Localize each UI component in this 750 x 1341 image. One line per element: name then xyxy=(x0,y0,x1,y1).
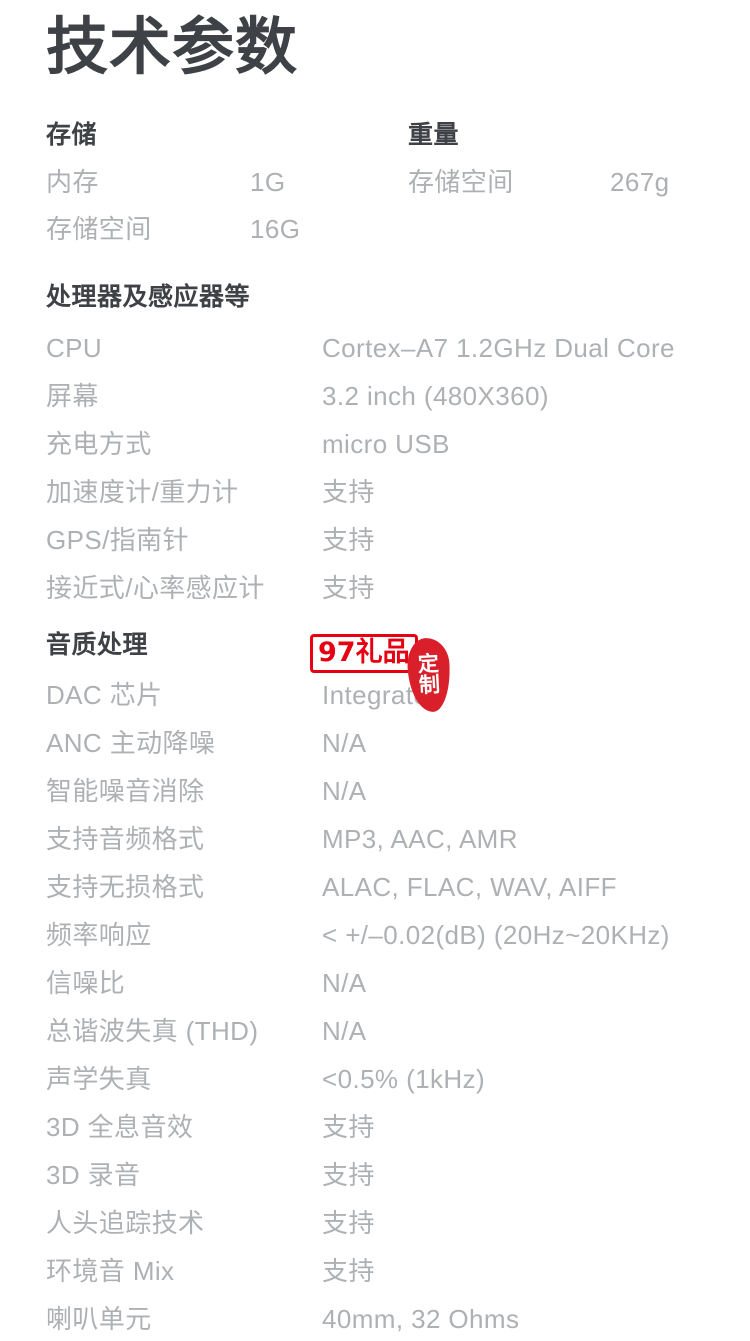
spec-value: 16G xyxy=(250,214,301,244)
spec-label: 支持音频格式 xyxy=(46,824,205,854)
spec-row: 充电方式 micro USB xyxy=(46,422,449,466)
spec-value: 支持 xyxy=(322,1160,375,1190)
section-heading-processor: 处理器及感应器等 xyxy=(46,283,251,311)
spec-value: Integrated xyxy=(322,680,444,710)
spec-row: DAC 芯片 Integrated xyxy=(46,673,443,717)
spec-row: 存储空间 267g xyxy=(408,160,669,204)
spec-value: 支持 xyxy=(322,1256,375,1286)
spec-value: 支持 xyxy=(322,1208,375,1238)
spec-row: 总谐波失真 (THD) N/A xyxy=(46,1009,366,1053)
spec-label: 人头追踪技术 xyxy=(46,1208,205,1238)
watermark-seal-char-1: 定 xyxy=(417,652,440,677)
spec-label: ANC 主动降噪 xyxy=(46,728,216,758)
spec-row: 智能噪音消除 N/A xyxy=(46,769,366,813)
spec-row: 喇叭单元 40mm, 32 Ohms xyxy=(46,1297,519,1341)
spec-row: 接近式/心率感应计 支持 xyxy=(46,566,374,610)
spec-label: 内存 xyxy=(46,167,99,197)
spec-value: 1G xyxy=(250,167,286,197)
spec-label: 屏幕 xyxy=(46,381,99,411)
spec-label: 声学失真 xyxy=(46,1064,152,1094)
spec-value: MP3, AAC, AMR xyxy=(322,824,518,854)
spec-value: 支持 xyxy=(322,525,375,555)
section-heading-weight: 重量 xyxy=(408,121,460,149)
spec-row: 屏幕 3.2 inch (480X360) xyxy=(46,374,549,418)
spec-label: 支持无损格式 xyxy=(46,872,205,902)
spec-row: 支持无损格式 ALAC, FLAC, WAV, AIFF xyxy=(46,865,617,909)
spec-row: 3D 录音 支持 xyxy=(46,1153,374,1197)
spec-row: 支持音频格式 MP3, AAC, AMR xyxy=(46,817,518,861)
spec-value: micro USB xyxy=(322,429,450,459)
spec-value: 支持 xyxy=(322,573,375,603)
spec-value: 267g xyxy=(610,167,670,197)
spec-label: 环境音 Mix xyxy=(46,1256,175,1286)
spec-row: 存储空间 16G xyxy=(46,207,300,251)
spec-value: ALAC, FLAC, WAV, AIFF xyxy=(322,872,617,902)
spec-label: DAC 芯片 xyxy=(46,680,163,710)
spec-label: 3D 录音 xyxy=(46,1160,141,1190)
spec-label: CPU xyxy=(46,333,103,363)
watermark-brand-box: 97礼品 xyxy=(310,634,418,674)
spec-value: < +/–0.02(dB) (20Hz~20KHz) xyxy=(322,920,670,950)
spec-row: ANC 主动降噪 N/A xyxy=(46,721,366,765)
spec-value: 40mm, 32 Ohms xyxy=(322,1304,520,1334)
section-heading-audio: 音质处理 xyxy=(46,631,149,659)
spec-label: GPS/指南针 xyxy=(46,525,189,555)
spec-label: 充电方式 xyxy=(46,429,152,459)
spec-value: <0.5% (1kHz) xyxy=(322,1064,486,1094)
spec-row: 环境音 Mix 支持 xyxy=(46,1249,374,1293)
spec-value: 支持 xyxy=(322,477,375,507)
spec-row: GPS/指南针 支持 xyxy=(46,518,374,562)
spec-value: N/A xyxy=(322,776,367,806)
watermark-brand-text: 97礼品 xyxy=(318,637,410,668)
spec-sheet-page: 技术参数 存储 内存 1G 存储空间 16G 重量 存储空间 267g 处理器及… xyxy=(0,0,750,1332)
spec-value: N/A xyxy=(322,728,367,758)
spec-label: 加速度计/重力计 xyxy=(46,477,239,507)
spec-label: 喇叭单元 xyxy=(46,1304,152,1334)
spec-row: 人头追踪技术 支持 xyxy=(46,1201,374,1245)
spec-label: 总谐波失真 (THD) xyxy=(46,1016,259,1046)
spec-label: 存储空间 xyxy=(408,167,514,197)
spec-label: 接近式/心率感应计 xyxy=(46,573,265,603)
spec-value: 支持 xyxy=(322,1112,375,1142)
spec-value: 3.2 inch (480X360) xyxy=(322,381,549,411)
spec-value: N/A xyxy=(322,968,367,998)
spec-row: 声学失真 <0.5% (1kHz) xyxy=(46,1057,485,1101)
spec-row: 频率响应 < +/–0.02(dB) (20Hz~20KHz) xyxy=(46,913,669,957)
section-heading-storage: 存储 xyxy=(46,121,98,149)
page-title: 技术参数 xyxy=(46,13,299,82)
spec-label: 存储空间 xyxy=(46,214,152,244)
spec-label: 3D 全息音效 xyxy=(46,1112,194,1142)
spec-row: 内存 1G xyxy=(46,160,285,204)
spec-row: 加速度计/重力计 支持 xyxy=(46,470,374,514)
spec-value: Cortex–A7 1.2GHz Dual Core xyxy=(322,333,675,363)
spec-value: N/A xyxy=(322,1016,367,1046)
spec-label: 智能噪音消除 xyxy=(46,776,205,806)
spec-row: 信噪比 N/A xyxy=(46,961,366,1005)
spec-label: 信噪比 xyxy=(46,968,126,998)
spec-label: 频率响应 xyxy=(46,920,152,950)
spec-row: CPU Cortex–A7 1.2GHz Dual Core xyxy=(46,326,674,370)
spec-row: 3D 全息音效 支持 xyxy=(46,1105,374,1149)
